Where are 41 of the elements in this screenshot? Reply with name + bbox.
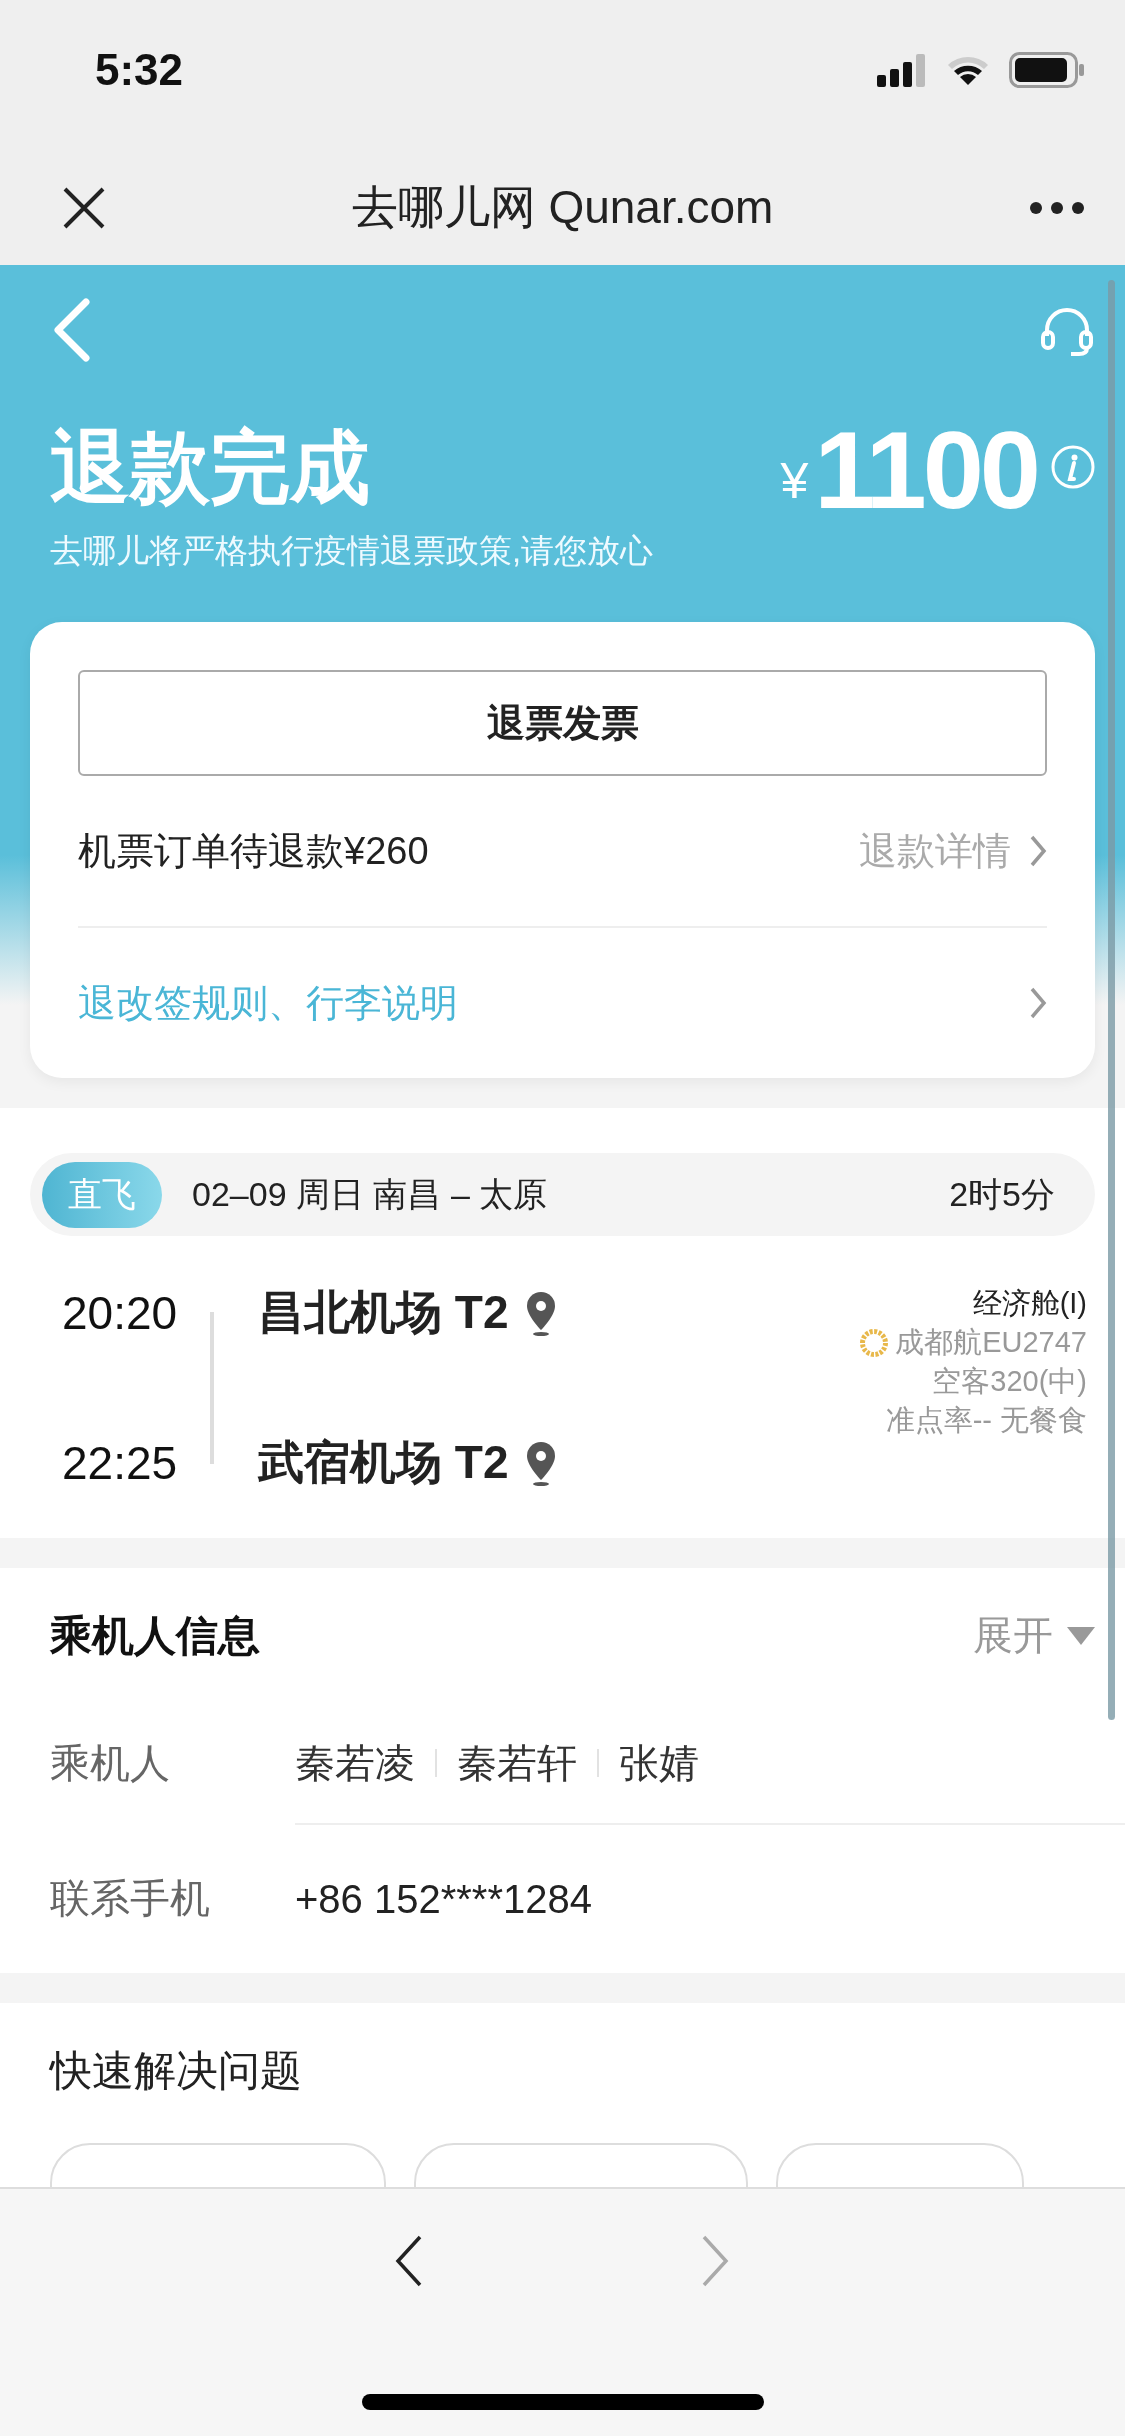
more-icon[interactable]: [1029, 200, 1085, 215]
flight-time: 20:20: [62, 1286, 179, 1340]
flight-time: 22:25: [62, 1436, 179, 1490]
airport-name: 武宿机场 T2: [258, 1435, 509, 1490]
passenger-name: 秦若凌: [295, 1739, 415, 1787]
signal-icon: [877, 53, 927, 87]
close-icon[interactable]: [62, 185, 106, 230]
direct-flight-tag: 直飞: [42, 1161, 162, 1228]
status-time: 5:32: [95, 45, 184, 95]
invoice-button[interactable]: 退票发票: [78, 670, 1047, 776]
scrollbar[interactable]: [1108, 280, 1115, 1720]
currency-symbol: ¥: [780, 452, 809, 510]
refund-policy-note: 去哪儿将严格执行疫情退票政策,请您放心: [49, 531, 655, 571]
passenger-name: 张婧: [619, 1739, 699, 1787]
chevron-right-icon: [1029, 986, 1047, 1020]
pending-refund-text: 机票订单待退款¥260: [78, 828, 430, 874]
battery-icon: [1009, 52, 1085, 88]
route-summary: 02–09 周日 南昌 – 太原: [192, 1173, 549, 1215]
cabin-class: 经济舱(I): [972, 1286, 1087, 1321]
page-title: 去哪儿网 Qunar.com: [351, 180, 774, 233]
chevron-right-icon: [1029, 834, 1047, 868]
field-label: 联系手机: [50, 1874, 211, 1922]
refund-status-title: 退款完成: [50, 422, 371, 514]
flight-extras: 准点率-- 无餐食: [885, 1403, 1087, 1438]
refund-details-link[interactable]: 退款详情: [859, 825, 1047, 877]
flight-duration: 2时5分: [949, 1173, 1055, 1215]
rules-link[interactable]: 退改签规则、行李说明: [78, 977, 1047, 1029]
airline-logo-icon: [859, 1327, 890, 1358]
airline-flight-number: 成都航EU2747: [895, 1325, 1087, 1360]
section-title: 乘机人信息: [50, 1610, 260, 1661]
refund-amount: 1100: [814, 406, 1037, 533]
info-icon[interactable]: [1051, 445, 1095, 489]
phone-number: +86 152****1284: [295, 1876, 592, 1922]
passenger-name: 秦若轩: [457, 1739, 577, 1787]
aircraft-type: 空客320(中): [932, 1364, 1087, 1399]
section-title: 快速解决问题: [50, 2046, 303, 2096]
expand-toggle[interactable]: 展开: [973, 1608, 1095, 1663]
field-label: 乘机人: [50, 1739, 171, 1787]
back-icon[interactable]: [52, 298, 92, 362]
triangle-down-icon: [1067, 1626, 1095, 1645]
airport-name: 昌北机场 T2: [258, 1285, 509, 1340]
